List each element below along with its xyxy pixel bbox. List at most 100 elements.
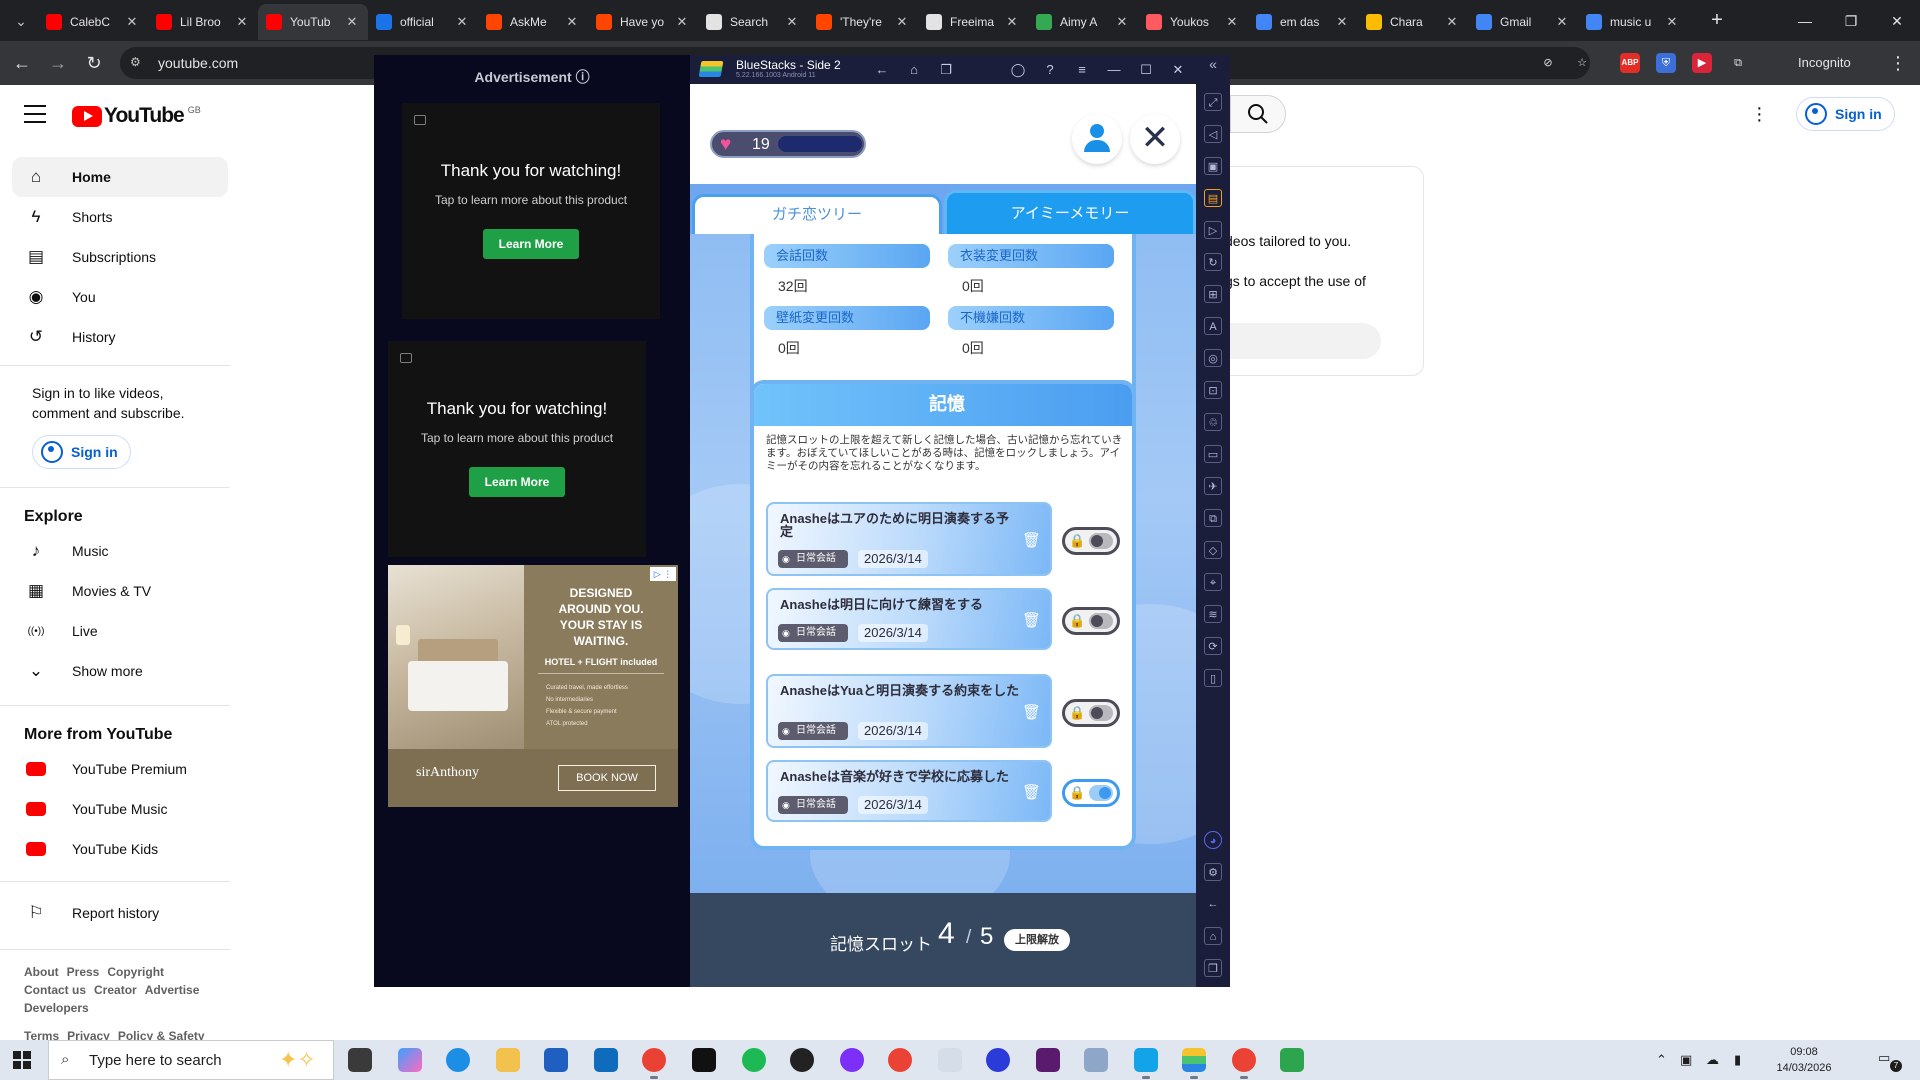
sidebar-item-history[interactable]: ↺ History (12, 317, 228, 357)
book-now-button[interactable]: BOOK NOW (558, 765, 656, 791)
memory-lock-toggle[interactable]: 🔒 (1062, 699, 1120, 727)
shield-extension-icon[interactable]: ⛨ (1656, 53, 1676, 73)
fullscreen-icon[interactable]: ⤢ (1204, 93, 1222, 111)
tab-close-icon[interactable]: ✕ (1444, 14, 1460, 30)
android-recents-icon[interactable]: ❐ (1204, 959, 1222, 977)
network-icon[interactable]: ▮ (1734, 1052, 1741, 1068)
screenshot-icon[interactable]: ◎ (1204, 349, 1222, 367)
learn-more-button[interactable]: Learn More (469, 467, 565, 497)
tab-close-icon[interactable]: ✕ (1114, 14, 1130, 30)
more-item-youtube-kids[interactable]: YouTube Kids (12, 829, 228, 869)
task-view-icon[interactable] (348, 1048, 372, 1072)
browser-tab[interactable]: music u ✕ (1578, 4, 1688, 40)
tab-close-icon[interactable]: ✕ (344, 14, 360, 30)
memory-item[interactable]: Anasheはユアのために明日演奏する予定日常会話 2026/3/14 🗑 (766, 502, 1052, 576)
delete-trash-icon[interactable]: 🗑 (1022, 532, 1041, 550)
footer-link[interactable]: Advertise (145, 983, 200, 997)
forward-arrow-icon[interactable]: → (44, 49, 72, 77)
report-history-link[interactable]: ⚐ Report history (12, 893, 228, 933)
video-ad-2[interactable]: Thank you for watching! Tap to learn mor… (388, 341, 646, 557)
recent-apps-icon[interactable]: ❐ (936, 60, 956, 80)
settings-gear-icon[interactable]: ⚙ (1204, 863, 1222, 881)
footer-link[interactable]: Copyright (107, 965, 164, 979)
browser-tab[interactable]: em das ✕ (1248, 4, 1358, 40)
footer-link[interactable]: Developers (24, 1001, 89, 1015)
tray-chevron-icon[interactable]: ⌃ (1656, 1052, 1667, 1068)
bookmark-star-icon[interactable]: ☆ (1572, 53, 1592, 73)
folder-icon[interactable]: ▭ (1204, 445, 1222, 463)
eco-mode-icon[interactable]: ♲ (1204, 413, 1222, 431)
memory-item[interactable]: AnasheはYuaと明日演奏する約束をした日常会話 2026/3/14 🗑 (766, 674, 1052, 748)
memory-item[interactable]: Anasheは音楽が好きで学校に応募した日常会話 2026/3/14 🗑 (766, 760, 1052, 822)
tab-close-icon[interactable]: ✕ (1664, 14, 1680, 30)
tab-gachikoi-tree[interactable]: ガチ恋ツリー (692, 194, 942, 234)
hamburger-menu-icon[interactable] (24, 105, 46, 129)
more-item-youtube-music[interactable]: YouTube Music (12, 789, 228, 829)
memory-item[interactable]: Anasheは明日に向けて練習をする日常会話 2026/3/14 🗑 (766, 588, 1052, 650)
card-button[interactable] (1211, 323, 1381, 359)
discord-icon[interactable]: ◕ (1204, 831, 1222, 849)
minimize-icon[interactable]: — (1104, 60, 1124, 80)
tab-close-icon[interactable]: ✕ (1334, 14, 1350, 30)
video-extension-icon[interactable]: ▶ (1692, 53, 1712, 73)
outlook-icon[interactable] (594, 1048, 618, 1072)
notification-icon[interactable]: ▭ 7 (1878, 1050, 1902, 1072)
unlock-limit-button[interactable]: 上限解放 (1004, 929, 1070, 951)
tab-close-icon[interactable]: ✕ (1224, 14, 1240, 30)
tab-close-icon[interactable]: ✕ (1554, 14, 1570, 30)
footer-link[interactable]: Creator (94, 983, 137, 997)
extensions-puzzle-icon[interactable]: ⧉ (1728, 53, 1748, 73)
tab-close-icon[interactable]: ✕ (674, 14, 690, 30)
footer-link[interactable]: Contact us (24, 983, 86, 997)
browser-tab[interactable]: Freeima ✕ (918, 4, 1028, 40)
window-close-button[interactable]: ✕ (1874, 6, 1920, 36)
header-sign-in-button[interactable]: Sign in (1796, 97, 1895, 131)
maximize-icon[interactable]: ☐ (1136, 60, 1156, 80)
footer-link[interactable]: About (24, 965, 59, 979)
minimize-button[interactable]: — (1782, 6, 1828, 36)
eye-off-icon[interactable]: ⊘ (1538, 53, 1558, 73)
volume-icon[interactable]: ◁ (1204, 125, 1222, 143)
restore-button[interactable]: ❐ (1828, 6, 1874, 36)
rotate-icon[interactable]: ↻ (1204, 253, 1222, 271)
clock[interactable]: 09:08 14/03/2026 (1768, 1044, 1840, 1076)
app-icon[interactable] (1280, 1048, 1304, 1072)
sidebar-sign-in-button[interactable]: Sign in (32, 435, 131, 469)
menu-icon[interactable]: ≡ (1072, 60, 1092, 80)
browser-tab[interactable]: Chara ✕ (1358, 4, 1468, 40)
adchoices-icon[interactable]: ▷ ⋮ (650, 567, 676, 581)
file-explorer-icon[interactable] (496, 1048, 520, 1072)
play-icon[interactable]: ▷ (1204, 221, 1222, 239)
learn-more-button[interactable]: Learn More (483, 229, 579, 259)
sidebar-item-subscriptions[interactable]: ▤ Subscriptions (12, 237, 228, 277)
sync-icon[interactable]: ⟳ (1204, 637, 1222, 655)
tab-close-icon[interactable]: ✕ (894, 14, 910, 30)
heart-counter[interactable]: ♥ 19 (710, 130, 866, 158)
macro-icon[interactable]: ▤ (1204, 189, 1222, 207)
live-app-icon[interactable] (692, 1048, 716, 1072)
explore-item-live[interactable]: ((•)) Live (12, 611, 228, 651)
app-icon[interactable] (790, 1048, 814, 1072)
bluestacks-taskbar-icon[interactable] (1182, 1048, 1206, 1079)
apk-icon[interactable]: A (1204, 317, 1222, 335)
multi-instance-icon[interactable]: ⧉ (1204, 509, 1222, 527)
tab-search-chevron-icon[interactable]: ⌄ (8, 8, 34, 34)
chrome-icon[interactable] (642, 1048, 666, 1079)
gamepad-icon[interactable]: ⊞ (1204, 285, 1222, 303)
layers-icon[interactable]: ≋ (1204, 605, 1222, 623)
tab-close-icon[interactable]: ✕ (1004, 14, 1020, 30)
delete-trash-icon[interactable]: 🗑 (1022, 704, 1041, 722)
profile-button[interactable] (1072, 114, 1122, 164)
close-icon[interactable]: ✕ (1168, 60, 1188, 80)
chrome-profile-icon[interactable] (888, 1048, 912, 1072)
app-icon[interactable] (1036, 1048, 1060, 1072)
browser-menu-icon[interactable]: ⋮ (1884, 49, 1912, 77)
search-button[interactable] (1230, 95, 1286, 133)
sidebar-item-home[interactable]: ⌂ Home (12, 157, 228, 197)
tab-aimy-memory[interactable]: アイミーメモリー (944, 190, 1196, 234)
tab-close-icon[interactable]: ✕ (124, 14, 140, 30)
taskbar-search-box[interactable]: ⌕ Type here to search ✦✧ (48, 1040, 334, 1080)
delete-trash-icon[interactable]: 🗑 (1022, 612, 1041, 630)
memory-lock-toggle[interactable]: 🔒 (1062, 527, 1120, 555)
browser-tab[interactable]: Aimy A ✕ (1028, 4, 1138, 40)
